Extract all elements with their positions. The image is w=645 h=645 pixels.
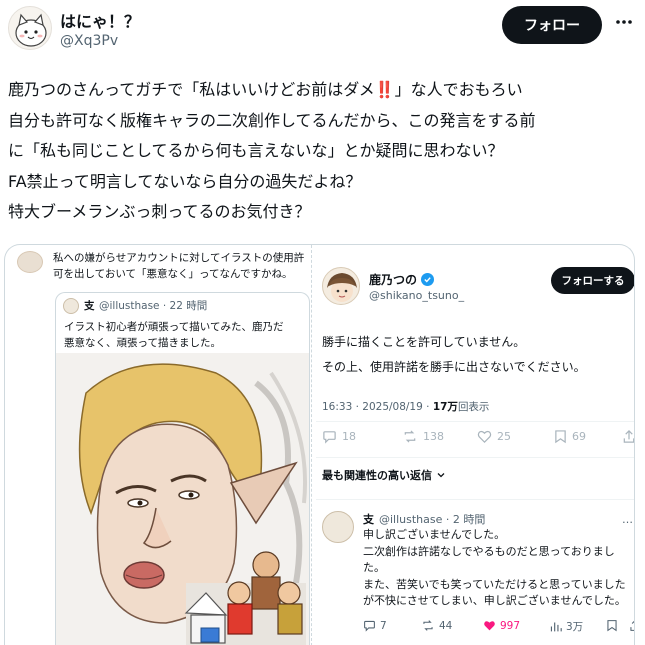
reply-reply-action[interactable]: 7 [363,619,387,632]
view-label: 回表示 [457,401,490,413]
inner-quote-card: 支 @illusthase · 22 時間 イラスト初心者が頑張って描いてみた、… [55,292,310,645]
tweet-text-line: に「私も同じことしてるから何も言えないな」とか疑問に思わない？ [8,141,504,160]
more-options-icon[interactable] [614,12,634,32]
reply-icon [323,431,336,444]
tweet-text: 鹿乃つのさんってガチで「私はいいけどお前はダメ‼️」な人でおもろい 自分も許可な… [8,75,638,228]
reply-more-options-icon[interactable]: … [622,513,633,526]
tweet-text-line: 自分も許可なく版権キャラの二次創作してるんだから、この発言をする前 [8,110,536,130]
author-name[interactable]: はにゃ！？ [60,8,140,32]
share-icon [623,430,634,443]
divider [316,421,634,422]
reply-text-line: た。 [363,561,385,574]
reply-share-action[interactable] [629,619,634,632]
inner-quote-text: イラスト初心者が頑張って描いてみた、鹿乃だ 悪意なく、頑張って描きました。 [64,319,283,351]
right-post-text: 勝手に描くことを許可していません。 その上、使用許諾を勝手に出さないでください。 [322,330,586,380]
reply-like-action[interactable]: 997 [483,619,520,632]
right-post-text-line: その上、使用許諾を勝手に出さないでください。 [322,360,586,374]
left-post-text: 私への嫌がらせアカウントに対してイラストの使用許 可を出しておいて「悪意なく」っ… [53,250,311,282]
reply-avatar[interactable] [322,511,354,543]
verified-badge-icon [421,273,435,286]
tweet-text-line: FA禁止って明言してないなら自分の過失だよね？ [8,171,362,191]
analytics-icon [550,622,562,632]
inner-quote-avatar [63,298,79,314]
view-count: 17万 [432,401,458,413]
inner-quote-meta: @illusthase · 22 時間 [99,300,208,312]
reply-text: 申し訳ございませんでした。 二次創作は許諾なしでやるものだと思っておりまし た。… [363,527,626,610]
share-icon [630,620,634,631]
right-post-follow-button[interactable]: フォローする [551,267,634,294]
bookmark-action[interactable]: 69 [554,429,586,444]
fan-art-illustration [56,353,309,645]
left-post-panel: 私への嫌がらせアカウントに対してイラストの使用許 可を出しておいて「悪意なく」っ… [5,245,316,645]
left-post-text-line: 私への嫌がらせアカウントに対してイラストの使用許 [53,252,305,264]
repost-icon [404,430,416,443]
divider [316,499,634,500]
reply-view-count: 3万 [566,621,584,633]
reply-sort-label: 最も関連性の高い返信 [322,469,432,482]
reply-reply-count: 7 [380,619,387,632]
right-post-actions: 18 138 25 69 [322,429,634,449]
author-handle[interactable]: @Xq3Pv [60,33,118,49]
reply-text-line: 申し訳ございませんでした。 [363,528,506,541]
share-action[interactable] [622,429,634,444]
heart-icon [477,430,492,443]
reply-actions: 7 44 997 3万 [363,619,634,637]
bookmark-count: 69 [572,430,586,443]
follow-button[interactable]: フォロー [502,6,602,44]
right-post-text-line: 勝手に描くことを許可していません。 [322,335,526,349]
tweet-text-line: 特大ブーメランぶっ刺ってるのお気付き？ [8,202,311,221]
reply-like-count: 997 [500,619,521,632]
right-post-name-row: 鹿乃つの [369,271,435,288]
inner-quote-text-line: イラスト初心者が頑張って描いてみた、鹿乃だ [64,321,284,333]
reply-bookmark-action[interactable] [606,619,618,632]
reply-author-meta: @illusthase · 2 時間 [379,513,486,526]
right-post-avatar[interactable] [322,267,360,305]
bookmark-icon [555,430,566,444]
reply-icon [364,620,375,632]
reply-repost-count: 44 [439,619,453,632]
left-post-text-line: 可を出しておいて「悪意なく」ってなんですかね。 [53,268,293,280]
inner-quote-text-line: 悪意なく、頑張って描きました。 [64,337,221,349]
right-post-panel: 鹿乃つの @shikano_tsuno_ フォローする 勝手に描くことを許可して… [316,245,634,645]
heart-filled-icon [484,621,495,631]
inner-quote-name: 支 [84,300,95,312]
left-post-avatar [17,251,43,273]
reply-sort-dropdown[interactable]: 最も関連性の高い返信 [322,467,446,483]
reply-action[interactable]: 18 [322,429,356,444]
reply-text-line: また、苦笑いでも笑っていただけると思っていました [363,577,626,591]
like-count: 25 [497,430,511,443]
right-post-name[interactable]: 鹿乃つの [369,271,417,288]
chevron-down-icon [437,473,445,478]
attached-screenshot[interactable]: 私への嫌がらせアカウントに対してイラストの使用許 可を出しておいて「悪意なく」っ… [4,244,635,645]
repost-icon [423,620,433,631]
right-post-handle[interactable]: @shikano_tsuno_ [369,289,464,302]
panel-divider [311,245,312,645]
right-post-meta: 16:33 · 2025/08/19 · 17万回表示 [322,399,489,414]
repost-count: 138 [423,430,444,443]
post-timestamp: 16:33 · 2025/08/19 · [322,401,433,413]
reply-text-line: 二次創作は許諾なしでやるものだと思っておりまし [363,544,615,558]
bookmark-icon [607,620,617,632]
reply-repost-action[interactable]: 44 [421,619,452,632]
author-avatar[interactable] [8,6,52,50]
repost-action[interactable]: 138 [402,429,444,444]
divider [316,457,634,458]
reply-views-action[interactable]: 3万 [549,619,583,634]
like-action[interactable]: 25 [477,429,511,444]
reply-author-name[interactable]: 支 [363,511,374,527]
tweet-text-line: 鹿乃つのさんってガチで「私はいいけどお前はダメ‼️」な人でおもろい [8,80,523,99]
reply-text-line: が不快にさせてしまい、申し訳ございませんでした。 [363,594,626,607]
reply-count: 18 [342,430,356,443]
